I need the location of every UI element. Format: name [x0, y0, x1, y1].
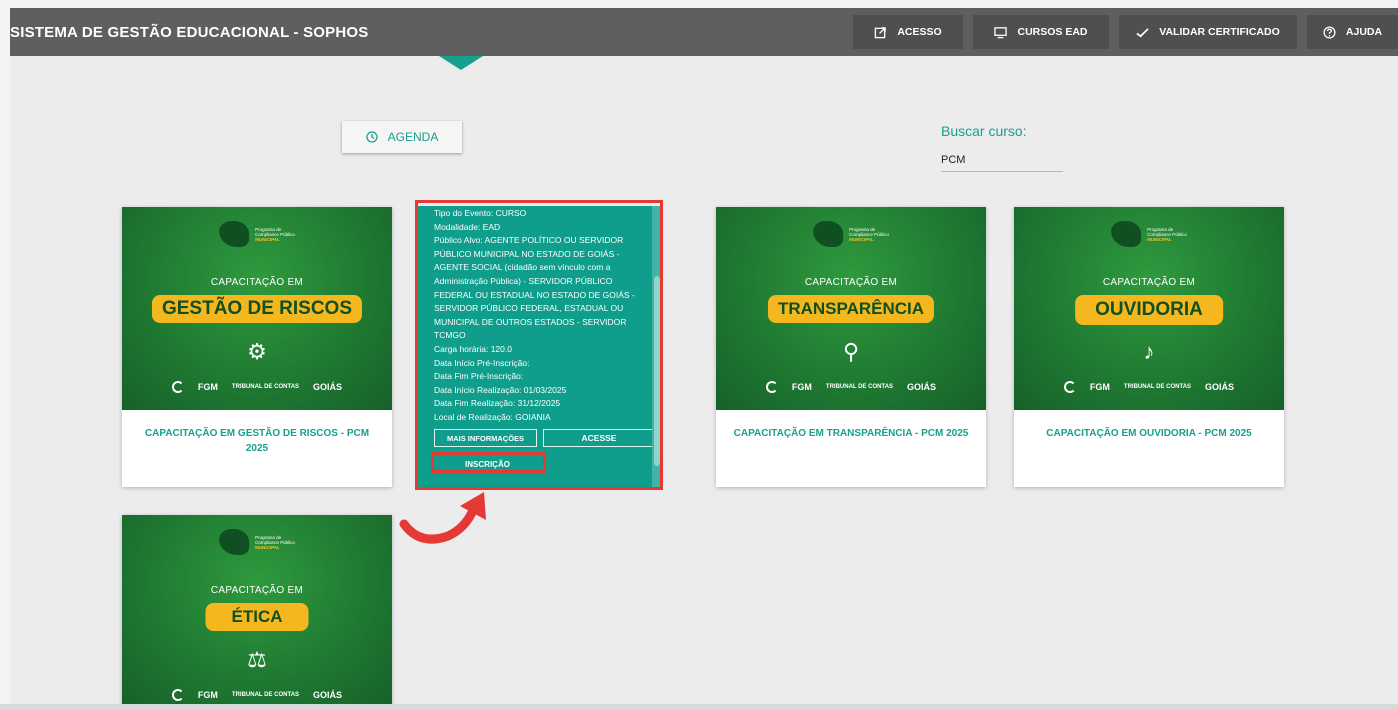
- program-logo: Programa de Compliance Público MUNICIPAL: [1111, 221, 1187, 247]
- course-title[interactable]: CAPACITAÇÃO EM GESTÃO DE RISCOS - PCM 20…: [122, 410, 392, 472]
- partner-logos: FGM TRIBUNAL DE CONTAS GOIÁS: [1014, 381, 1284, 393]
- image-topic: TRANSPARÊNCIA: [767, 295, 935, 323]
- gears-icon: ⚙: [247, 339, 267, 364]
- image-prefix: CAPACITAÇÃO EM: [804, 277, 898, 288]
- frame-top: [0, 0, 1398, 8]
- nav-label: CURSOS EAD: [1017, 26, 1088, 38]
- frame-left: [0, 0, 10, 710]
- check-icon: [1136, 27, 1149, 37]
- external-link-icon: [875, 26, 887, 38]
- course-title[interactable]: CAPACITAÇÃO EM TRANSPARÊNCIA - PCM 2025: [716, 410, 986, 457]
- nav-cursos-ead-button[interactable]: CURSOS EAD: [973, 15, 1109, 49]
- scales-icon: ⚖: [247, 647, 267, 672]
- partner-logos: FGM TRIBUNAL DE CONTAS GOIÁS: [716, 381, 986, 393]
- nav-ajuda-button[interactable]: AJUDA: [1307, 15, 1398, 49]
- highlight-frame: [415, 200, 663, 490]
- nav-label: VALIDAR CERTIFICADO: [1159, 26, 1280, 38]
- top-navbar: SISTEMA DE GESTÃO EDUCACIONAL - SOPHOS A…: [10, 8, 1398, 56]
- program-logo: Programa de Compliance Público MUNICIPAL: [219, 529, 295, 555]
- image-prefix: CAPACITAÇÃO EM: [1102, 277, 1196, 288]
- ear-icon: ♪: [1143, 339, 1155, 364]
- program-logo: Programa de Compliance Público MUNICIPAL: [219, 221, 295, 247]
- monitor-icon: [994, 26, 1008, 38]
- nav-validar-certificado-button[interactable]: VALIDAR CERTIFICADO: [1119, 15, 1297, 49]
- nav-label: ACESSO: [897, 26, 942, 38]
- agenda-button[interactable]: AGENDA: [342, 121, 462, 153]
- course-title[interactable]: CAPACITAÇÃO EM OUVIDORIA - PCM 2025: [1014, 410, 1284, 457]
- program-logo: Programa de Compliance Público MUNICIPAL: [813, 221, 889, 247]
- image-topic: ÉTICA: [205, 603, 309, 631]
- clock-icon: [366, 131, 378, 143]
- course-card-etica[interactable]: Programa de Compliance Público MUNICIPAL C…: [122, 515, 392, 705]
- agenda-label: AGENDA: [387, 130, 439, 144]
- course-image: Programa de Compliance Público MUNICIPAL C…: [1014, 207, 1284, 410]
- search-input[interactable]: [941, 148, 1063, 172]
- system-logo-icon: [439, 56, 483, 70]
- course-image: Programa de Compliance Público MUNICIPAL C…: [122, 515, 392, 705]
- image-topic: GESTÃO DE RISCOS: [151, 295, 363, 323]
- image-prefix: CAPACITAÇÃO EM: [210, 585, 304, 596]
- help-circle-icon: [1323, 25, 1336, 39]
- nav-label: AJUDA: [1345, 26, 1383, 38]
- image-topic: OUVIDORIA: [1075, 295, 1223, 325]
- image-prefix: CAPACITAÇÃO EM: [210, 277, 304, 288]
- course-image: Programa de Compliance Público MUNICIPAL C…: [122, 207, 392, 410]
- highlight-signup: [431, 452, 546, 473]
- course-card-gestao-de-riscos[interactable]: Programa de Compliance Público MUNICIPAL C…: [122, 207, 392, 487]
- course-card-transparencia[interactable]: Programa de Compliance Público MUNICIPAL C…: [716, 207, 986, 487]
- curved-arrow-icon: [399, 492, 486, 544]
- partner-logos: FGM TRIBUNAL DE CONTAS GOIÁS: [122, 381, 392, 393]
- app-title: SISTEMA DE GESTÃO EDUCACIONAL - SOPHOS: [10, 23, 369, 41]
- magnifier-eye-icon: ⚲: [842, 339, 860, 364]
- partner-logos: FGM TRIBUNAL DE CONTAS GOIÁS: [122, 689, 392, 701]
- search-label: Buscar curso:: [941, 123, 1027, 139]
- bottom-edge: [0, 704, 1398, 710]
- nav-acesso-button[interactable]: ACESSO: [853, 15, 963, 49]
- course-card-ouvidoria[interactable]: Programa de Compliance Público MUNICIPAL C…: [1014, 207, 1284, 487]
- course-image: Programa de Compliance Público MUNICIPAL C…: [716, 207, 986, 410]
